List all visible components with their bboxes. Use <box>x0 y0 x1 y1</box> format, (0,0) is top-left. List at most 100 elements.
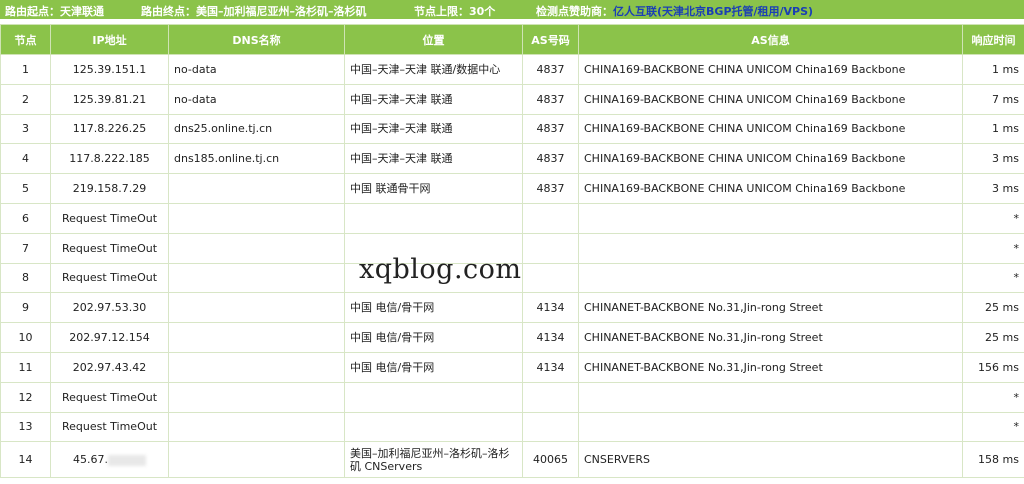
ip-cell: Request TimeOut <box>50 411 169 443</box>
asn-cell: 4837 <box>522 143 579 175</box>
hop-cell: 11 <box>0 351 51 383</box>
asinfo-cell: CHINANET-BACKBONE No.31,Jin-rong Street <box>578 292 963 324</box>
location-cell: 中国–天津–天津 联通 <box>344 113 523 145</box>
column-header-dns: DNS名称 <box>168 24 345 55</box>
location-cell-text: 美国–加利福尼亚州–洛杉矶–洛杉矶 CNServers <box>350 446 510 473</box>
time-cell: 1 ms <box>962 113 1024 145</box>
dns-cell <box>168 411 345 443</box>
dns-cell: dns25.online.tj.cn <box>168 113 345 145</box>
asinfo-cell-text: CNSERVERS <box>584 453 650 467</box>
asinfo-cell: CHINA169-BACKBONE CHINA UNICOM China169 … <box>578 143 963 175</box>
asinfo-cell <box>578 381 963 413</box>
column-header-ip: IP地址 <box>50 24 169 55</box>
ip-cell: 202.97.12.154 <box>50 322 169 353</box>
origin-label: 路由起点： <box>5 5 60 18</box>
traceroute-table: 节点 IP地址 DNS名称 位置 AS号码 AS信息 响应时间 1 125.39.… <box>0 24 1024 479</box>
time-cell: 3 ms <box>962 143 1024 175</box>
time-cell: * <box>962 262 1024 294</box>
asn-cell: 4837 <box>522 54 579 85</box>
asinfo-cell-text: CHINANET-BACKBONE No.31,Jin-rong Street <box>584 301 823 315</box>
ip-cell: Request TimeOut <box>50 262 169 294</box>
asn-cell: 4837 <box>522 173 579 204</box>
table-row: 12 Request TimeOut * <box>0 381 1024 413</box>
location-cell-text: 中国 电信/骨干网 <box>350 331 435 345</box>
time-cell: 3 ms <box>962 173 1024 204</box>
asn-cell: 4837 <box>522 83 579 115</box>
ip-cell-text: Request TimeOut <box>61 271 158 285</box>
asinfo-cell: CHINANET-BACKBONE No.31,Jin-rong Street <box>578 322 963 353</box>
location-cell <box>344 411 523 443</box>
dns-cell <box>168 262 345 294</box>
asinfo-cell: CHINA169-BACKBONE CHINA UNICOM China169 … <box>578 113 963 145</box>
asinfo-cell-text: CHINA169-BACKBONE CHINA UNICOM China169 … <box>584 182 906 196</box>
asn-cell: 4134 <box>522 351 579 383</box>
time-cell-text: 25 ms <box>985 301 1019 315</box>
sponsor-note[interactable]: (天津北京BGP托管/租用/VPS) <box>657 5 813 18</box>
location-cell <box>344 381 523 413</box>
table-row: 6 Request TimeOut * <box>0 202 1024 234</box>
ip-cell-text: 117.8.222.185 <box>69 152 150 166</box>
ip-cell-text: Request TimeOut <box>61 241 158 255</box>
dns-cell: no-data <box>168 83 345 115</box>
ip-cell-text: Request TimeOut <box>61 211 158 225</box>
time-cell: * <box>962 232 1024 264</box>
time-cell: 156 ms <box>962 351 1024 383</box>
column-header-location: 位置 <box>344 24 523 55</box>
dns-cell <box>168 292 345 324</box>
time-cell-text: * <box>1013 420 1020 434</box>
hop-cell-text: 12 <box>18 390 33 404</box>
table-row: 1 125.39.151.1 no-data 中国–天津–天津 联通/数据中心 4837… <box>0 54 1024 85</box>
hop-cell-text: 2 <box>22 92 29 106</box>
ip-cell-text: Request TimeOut <box>61 420 158 434</box>
column-header-asinfo: AS信息 <box>578 24 963 55</box>
asinfo-cell <box>578 411 963 443</box>
hop-cell-text: 3 <box>22 122 29 136</box>
table-row: 14 45.67. 美国–加利福尼亚州–洛杉矶–洛杉矶 CNServers 40065… <box>0 441 1024 479</box>
sponsor-link[interactable]: 亿人互联 <box>613 5 657 18</box>
location-cell-text: 中国 电信/骨干网 <box>350 301 435 315</box>
hop-limit-value: 30个 <box>469 5 496 18</box>
location-cell: 中国–天津–天津 联通 <box>344 83 523 115</box>
hop-cell-text: 10 <box>18 331 33 345</box>
asinfo-cell: CHINA169-BACKBONE CHINA UNICOM China169 … <box>578 173 963 204</box>
asinfo-cell: CHINANET-BACKBONE No.31,Jin-rong Street <box>578 351 963 383</box>
hop-cell-text: 8 <box>22 271 29 285</box>
location-cell-text: 中国 联通骨干网 <box>350 182 431 196</box>
location-cell <box>344 202 523 234</box>
asn-cell-text: 4134 <box>536 301 565 315</box>
table-row: 9 202.97.53.30 中国 电信/骨干网 4134 CHINANET-BACKB… <box>0 292 1024 324</box>
asinfo-cell-text: CHINA169-BACKBONE CHINA UNICOM China169 … <box>584 152 906 166</box>
asinfo-cell-text: CHINA169-BACKBONE CHINA UNICOM China169 … <box>584 122 906 136</box>
time-cell-text: * <box>1013 211 1020 225</box>
hop-cell-text: 1 <box>22 62 29 76</box>
asn-cell-text: 4134 <box>536 331 565 345</box>
ip-cell-text: 202.97.43.42 <box>72 360 147 374</box>
dns-cell <box>168 173 345 204</box>
asn-cell-text: 4837 <box>536 92 565 106</box>
time-cell: * <box>962 381 1024 413</box>
time-cell-text: 25 ms <box>985 331 1019 345</box>
destination-info: 路由终点：美国–加利福尼亚州–洛杉矶–洛杉矶 <box>141 3 367 19</box>
asn-cell <box>522 381 579 413</box>
ip-cell: Request TimeOut <box>50 381 169 413</box>
asn-cell <box>522 262 579 294</box>
dns-cell <box>168 441 345 479</box>
time-cell: 25 ms <box>962 292 1024 324</box>
time-cell: 1 ms <box>962 54 1024 85</box>
ip-cell: Request TimeOut <box>50 232 169 264</box>
dns-cell <box>168 202 345 234</box>
hop-cell: 6 <box>0 202 51 234</box>
hop-cell: 3 <box>0 113 51 145</box>
time-cell-text: * <box>1013 271 1020 285</box>
asn-cell-text: 4837 <box>536 152 565 166</box>
hop-limit-label: 节点上限： <box>414 5 469 18</box>
destination-label: 路由终点： <box>141 5 196 18</box>
hop-cell-text: 4 <box>22 152 29 166</box>
hop-cell: 9 <box>0 292 51 324</box>
hop-cell: 4 <box>0 143 51 175</box>
time-cell: 158 ms <box>962 441 1024 479</box>
dns-cell <box>168 322 345 353</box>
asn-cell <box>522 232 579 264</box>
dns-cell <box>168 232 345 264</box>
ip-cell-text: 117.8.226.25 <box>72 122 147 136</box>
